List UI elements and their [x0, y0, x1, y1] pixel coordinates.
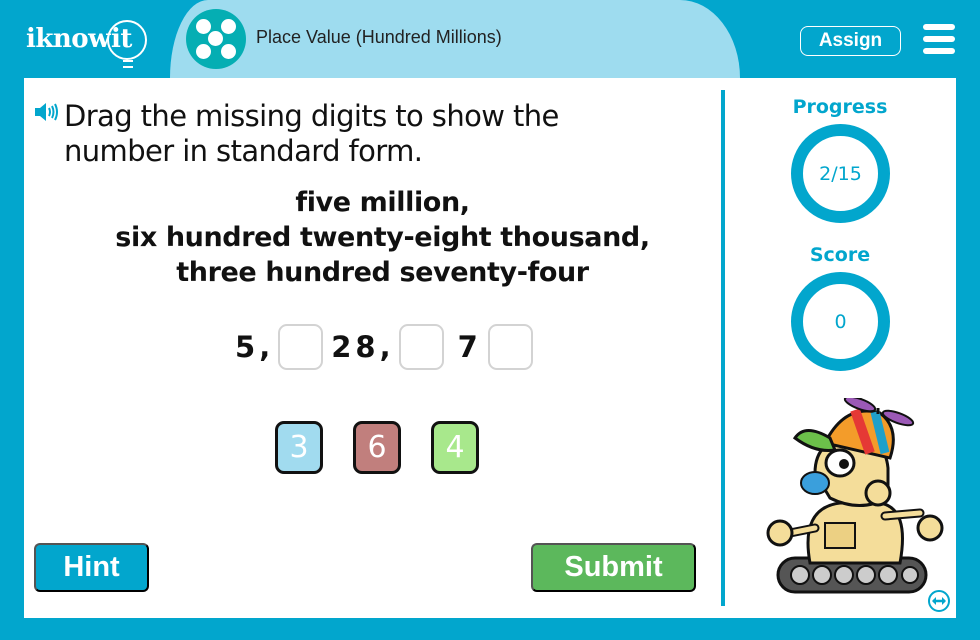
prompt-line: three hundred seventy-four: [176, 257, 589, 288]
assign-button[interactable]: Assign: [800, 26, 901, 56]
progress-ring: 2/15: [791, 124, 890, 223]
progress-label: Progress: [792, 96, 888, 118]
draggable-digit-tile[interactable]: 4: [431, 421, 479, 474]
drop-slot-ones[interactable]: [487, 324, 533, 370]
column-divider: [721, 90, 725, 606]
submit-button[interactable]: Submit: [531, 543, 696, 592]
score-value: 0: [834, 310, 847, 333]
prompt-line: five million,: [295, 187, 470, 218]
swap-horizontal-icon[interactable]: [927, 589, 951, 613]
drop-slot-hundred-thousands[interactable]: [278, 324, 324, 370]
comma: ,: [379, 330, 391, 364]
draggable-digit-tile[interactable]: 3: [275, 421, 323, 474]
lightbulb-icon: it: [107, 20, 148, 68]
score-ring: 0: [791, 272, 890, 371]
question-instruction: Drag the missing digits to show the numb…: [64, 99, 559, 168]
speaker-icon[interactable]: [34, 101, 60, 123]
standard-form-number: 5 , 2 8 , 7: [235, 323, 541, 371]
hint-button[interactable]: Hint: [34, 543, 149, 592]
logo-text: iknow: [26, 24, 111, 54]
digit-thousands: 8: [355, 330, 376, 364]
digit-ten-thousands: 2: [331, 330, 352, 364]
number-word-form: five million, six hundred twenty-eight t…: [40, 185, 725, 290]
hamburger-menu-icon[interactable]: [923, 24, 955, 54]
score-label: Score: [809, 244, 871, 266]
iknowit-logo[interactable]: iknow it: [26, 14, 148, 68]
lesson-title: Place Value (Hundred Millions): [256, 27, 502, 47]
robot-mascot: [766, 398, 944, 594]
app-root: iknow it Place Value (Hundred Millions) …: [0, 0, 980, 640]
prompt-line: six hundred twenty-eight thousand,: [115, 222, 650, 253]
comma: ,: [259, 330, 271, 364]
digit-millions: 5: [235, 330, 256, 364]
progress-value: 2/15: [819, 162, 862, 185]
drop-slot-hundreds[interactable]: [398, 324, 444, 370]
draggable-digit-tile[interactable]: 6: [353, 421, 401, 474]
five-dots-icon: [186, 9, 246, 69]
digit-tens: 7: [457, 330, 478, 364]
